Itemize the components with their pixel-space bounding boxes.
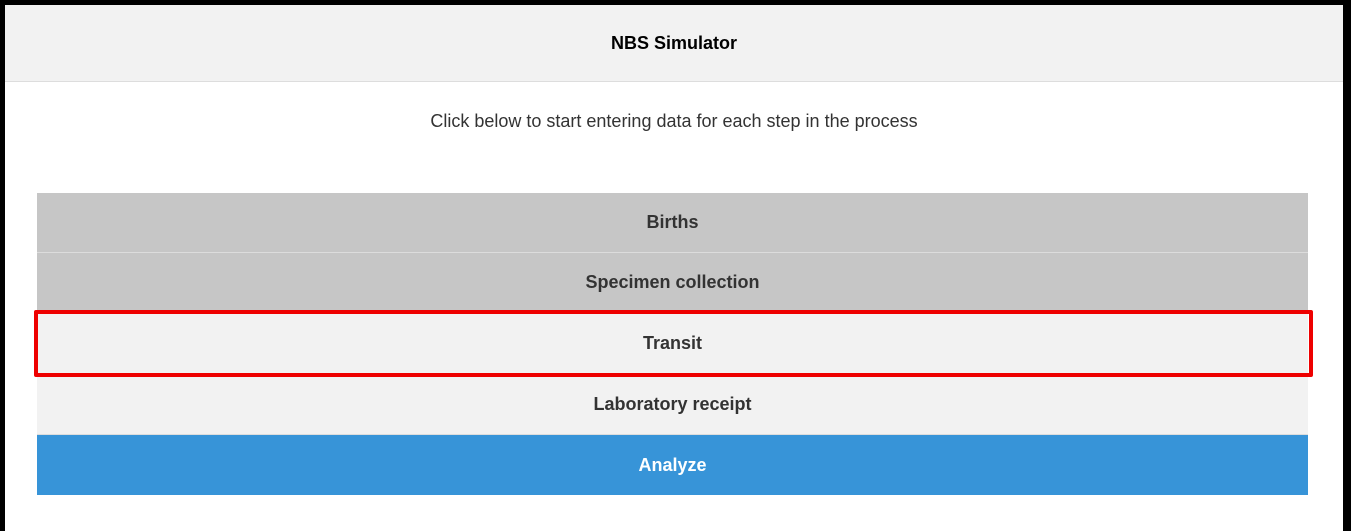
step-label: Laboratory receipt [593,394,752,414]
step-transit[interactable]: Transit [37,313,1308,375]
step-laboratory-receipt[interactable]: Laboratory receipt [37,375,1308,435]
step-label: Transit [642,333,703,353]
page-title: NBS Simulator [610,32,738,53]
step-births[interactable]: Births [37,193,1308,253]
step-specimen-collection[interactable]: Specimen collection [37,253,1308,313]
instructions-text: Click below to start entering data for e… [5,82,1343,178]
step-label: Births [646,212,699,232]
step-list: Births Specimen collection Transit Labor… [37,193,1308,495]
analyze-button[interactable]: Analyze [37,435,1308,495]
analyze-button-label: Analyze [638,454,707,475]
page-header: NBS Simulator [5,5,1343,82]
step-label: Specimen collection [585,272,760,292]
instructions-label: Click below to start entering data for e… [430,110,918,131]
